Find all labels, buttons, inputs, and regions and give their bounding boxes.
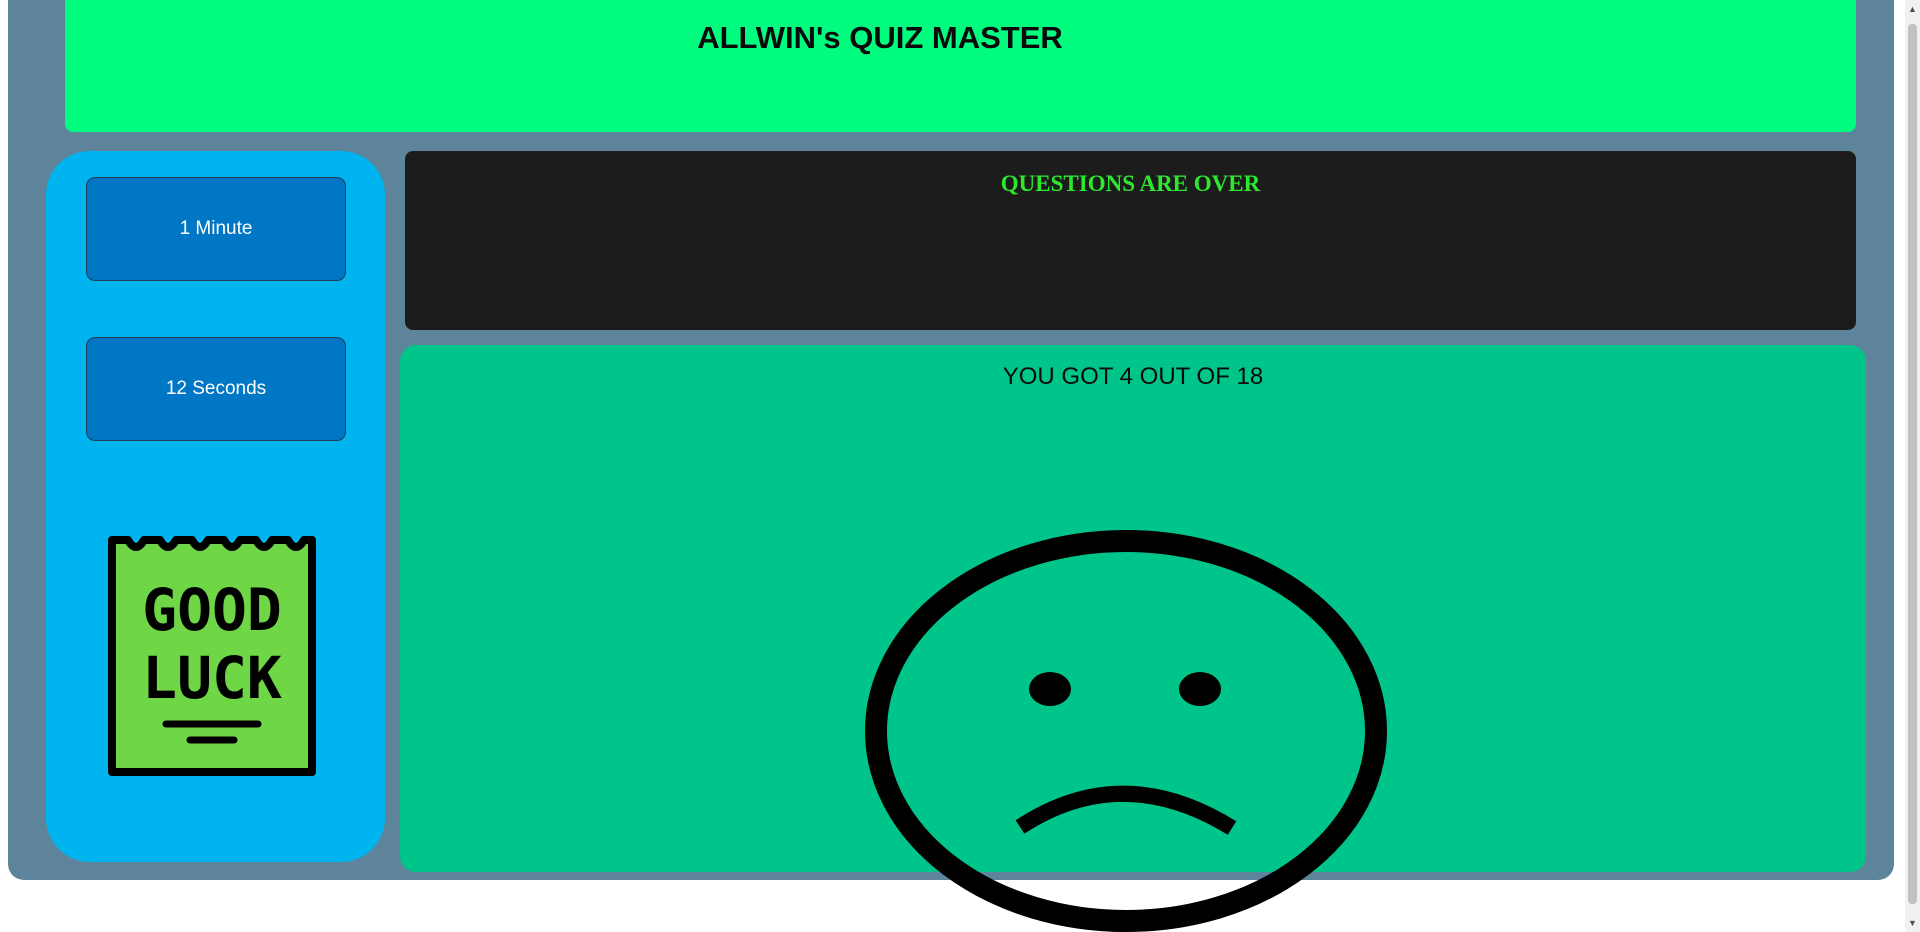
page-title: ALLWIN's QUIZ MASTER	[697, 20, 1063, 55]
score-text: YOU GOT 4 OUT OF 18	[1002, 363, 1264, 390]
frown-mouth	[1015, 785, 1237, 835]
scroll-down-icon[interactable]: ▼	[1905, 916, 1920, 930]
scrollbar-thumb[interactable]	[1908, 24, 1917, 904]
question-text: QUESTIONS ARE OVER	[1000, 171, 1261, 196]
face-outline	[865, 530, 1387, 932]
good-text: GOOD	[142, 576, 282, 644]
question-panel: QUESTIONS ARE OVER	[405, 151, 1856, 330]
good-luck-note-drawing: GOOD LUCK	[108, 536, 316, 776]
right-eye	[1179, 672, 1221, 706]
sad-face-icon	[865, 530, 1387, 932]
left-eye	[1029, 672, 1071, 706]
timer-seconds-button[interactable]: 12 Seconds	[86, 337, 346, 441]
scroll-up-icon[interactable]: ▲	[1905, 2, 1920, 16]
header: ALLWIN's QUIZ MASTER	[65, 0, 1856, 132]
vertical-scrollbar[interactable]: ▲ ▼	[1905, 0, 1920, 932]
timer-minutes-button[interactable]: 1 Minute	[86, 177, 346, 281]
luck-text: LUCK	[142, 644, 282, 712]
